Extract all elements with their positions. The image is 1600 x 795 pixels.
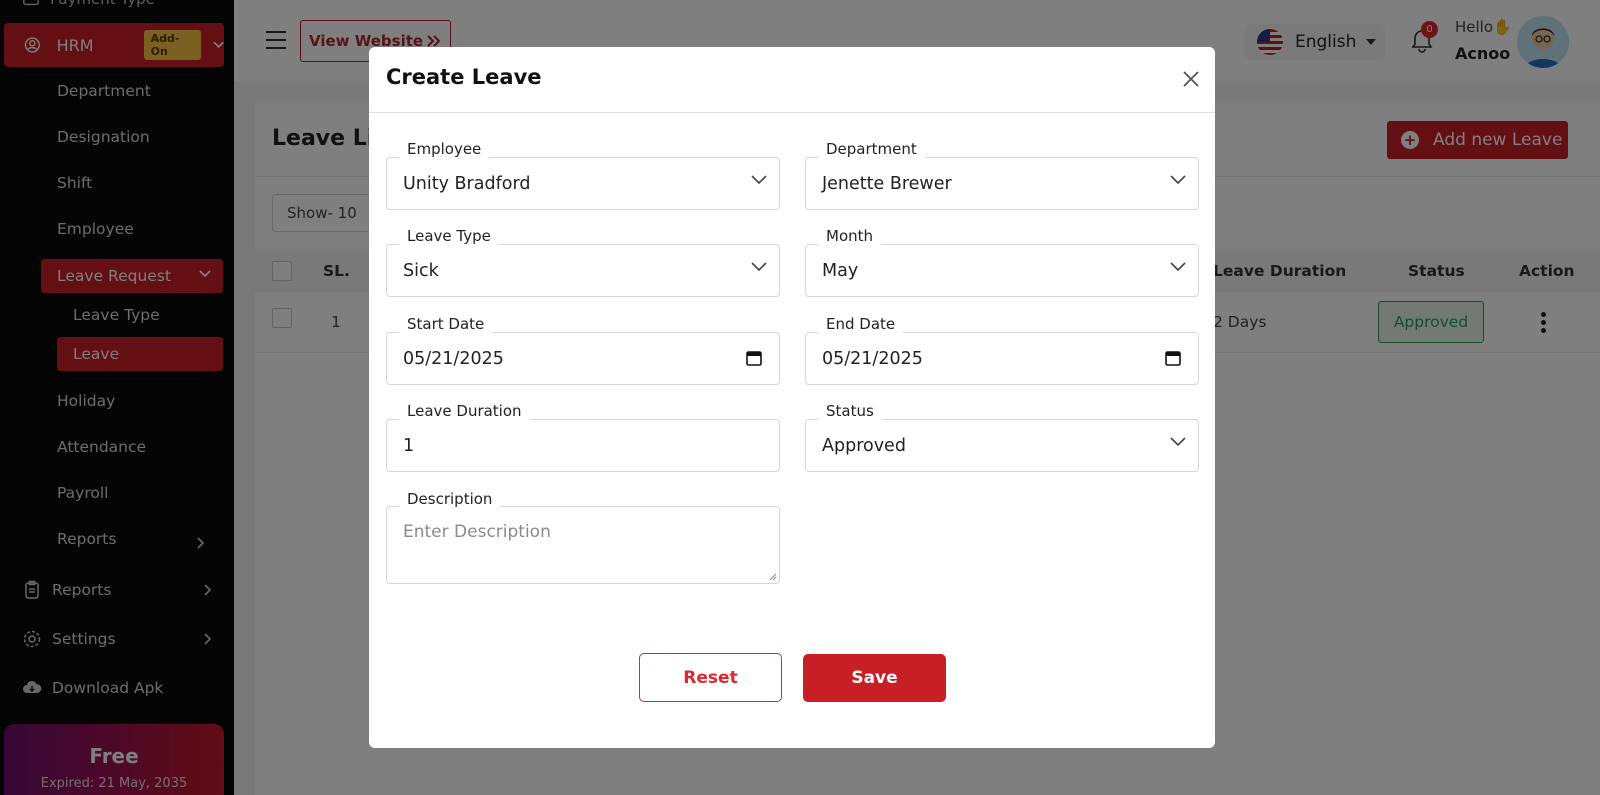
leave-type-label: Leave Type xyxy=(399,227,499,245)
description-placeholder: Enter Description xyxy=(403,522,551,542)
month-select[interactable]: May xyxy=(805,244,1199,297)
month-label: Month xyxy=(818,227,882,245)
status-select[interactable]: Approved xyxy=(805,419,1199,472)
end-date-input[interactable]: 05/21/2025 xyxy=(805,332,1199,385)
create-leave-modal: Create Leave Unity Bradford Employee Jen… xyxy=(369,47,1215,748)
employee-label: Employee xyxy=(399,140,490,158)
leave-duration-input[interactable]: 1 xyxy=(386,419,780,472)
description-label: Description xyxy=(399,490,501,508)
leave-type-select[interactable]: Sick xyxy=(386,244,780,297)
department-value: Jenette Brewer xyxy=(822,173,952,194)
month-value: May xyxy=(822,260,859,281)
reset-button[interactable]: Reset xyxy=(639,653,782,702)
department-select[interactable]: Jenette Brewer xyxy=(805,157,1199,210)
start-date-value: 05/21/2025 xyxy=(403,348,504,369)
modal-title: Create Leave xyxy=(386,65,542,89)
start-date-label: Start Date xyxy=(399,315,493,333)
chevron-down-icon xyxy=(751,262,767,272)
calendar-icon[interactable] xyxy=(1165,350,1181,366)
start-date-input[interactable]: 05/21/2025 xyxy=(386,332,780,385)
status-label: Status xyxy=(818,402,882,420)
modal-divider xyxy=(369,112,1215,113)
resize-handle-icon[interactable] xyxy=(769,573,777,581)
end-date-label: End Date xyxy=(818,315,904,333)
calendar-icon[interactable] xyxy=(746,350,762,366)
chevron-down-icon xyxy=(1170,262,1186,272)
leave-type-value: Sick xyxy=(403,260,439,281)
leave-duration-label: Leave Duration xyxy=(399,402,530,420)
chevron-down-icon xyxy=(1170,437,1186,447)
description-textarea[interactable]: Enter Description xyxy=(386,506,780,584)
employee-value: Unity Bradford xyxy=(403,173,531,194)
close-icon[interactable] xyxy=(1181,69,1201,89)
save-button[interactable]: Save xyxy=(803,654,946,702)
chevron-down-icon xyxy=(751,175,767,185)
leave-duration-value: 1 xyxy=(403,435,415,456)
employee-select[interactable]: Unity Bradford xyxy=(386,157,780,210)
end-date-value: 05/21/2025 xyxy=(822,348,923,369)
status-value: Approved xyxy=(822,435,906,456)
department-label: Department xyxy=(818,140,925,158)
chevron-down-icon xyxy=(1170,175,1186,185)
